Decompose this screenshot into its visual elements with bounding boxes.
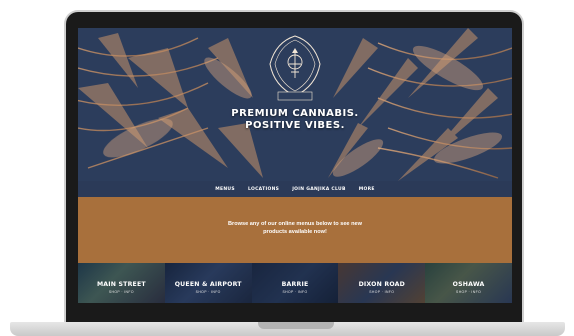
browse-line2: products available now! [263, 228, 327, 235]
tagline-line1: PREMIUM CANNABIS. [231, 108, 359, 119]
location-links: SHOP · INFO [369, 290, 395, 294]
kanjika-house-logo-icon [269, 35, 321, 101]
location-links: SHOP · INFO [456, 290, 482, 294]
nav-item-more[interactable]: MORE [359, 187, 375, 192]
browse-menus-text: Browse any of our online menus below to … [78, 221, 512, 236]
nav-item-join-club[interactable]: JOIN GANJIKA CLUB [292, 187, 346, 192]
location-name: QUEEN & AIRPORT [174, 281, 242, 288]
location-card-barrie[interactable]: BARRIE SHOP · INFO [251, 263, 339, 303]
location-name: MAIN STREET [96, 281, 146, 288]
location-name: BARRIE [281, 281, 309, 288]
location-card-oshawa[interactable]: OSHAWA SHOP · INFO [425, 263, 512, 303]
main-nav: MENUS LOCATIONS JOIN GANJIKA CLUB MORE [78, 181, 512, 197]
browse-menus-section: Browse any of our online menus below to … [78, 197, 512, 263]
nav-item-locations[interactable]: LOCATIONS [248, 187, 279, 192]
location-name: OSHAWA [452, 281, 485, 288]
location-name: DIXON ROAD [358, 281, 405, 288]
location-links: SHOP · INFO [282, 290, 308, 294]
locations-strip: MAIN STREET SHOP · INFO QUEEN & AIRPORT … [78, 263, 512, 303]
hero-tagline: PREMIUM CANNABIS. POSITIVE VIBES. [78, 108, 512, 132]
location-links: SHOP · INFO [108, 290, 134, 294]
location-card-queen-airport[interactable]: QUEEN & AIRPORT SHOP · INFO [164, 263, 252, 303]
location-card-dixon-road[interactable]: DIXON ROAD SHOP · INFO [338, 263, 426, 303]
laptop-notch [258, 322, 334, 329]
browse-line1: Browse any of our online menus below to … [228, 221, 362, 227]
website-screen: PREMIUM CANNABIS. POSITIVE VIBES. MENUS … [78, 28, 512, 303]
brand-logo[interactable] [264, 34, 326, 102]
location-card-main-street[interactable]: MAIN STREET SHOP · INFO [78, 263, 165, 303]
hero-banner: PREMIUM CANNABIS. POSITIVE VIBES. [78, 28, 512, 181]
tagline-line2: POSITIVE VIBES. [245, 120, 345, 131]
nav-item-menus[interactable]: MENUS [215, 187, 235, 192]
location-links: SHOP · INFO [195, 290, 221, 294]
